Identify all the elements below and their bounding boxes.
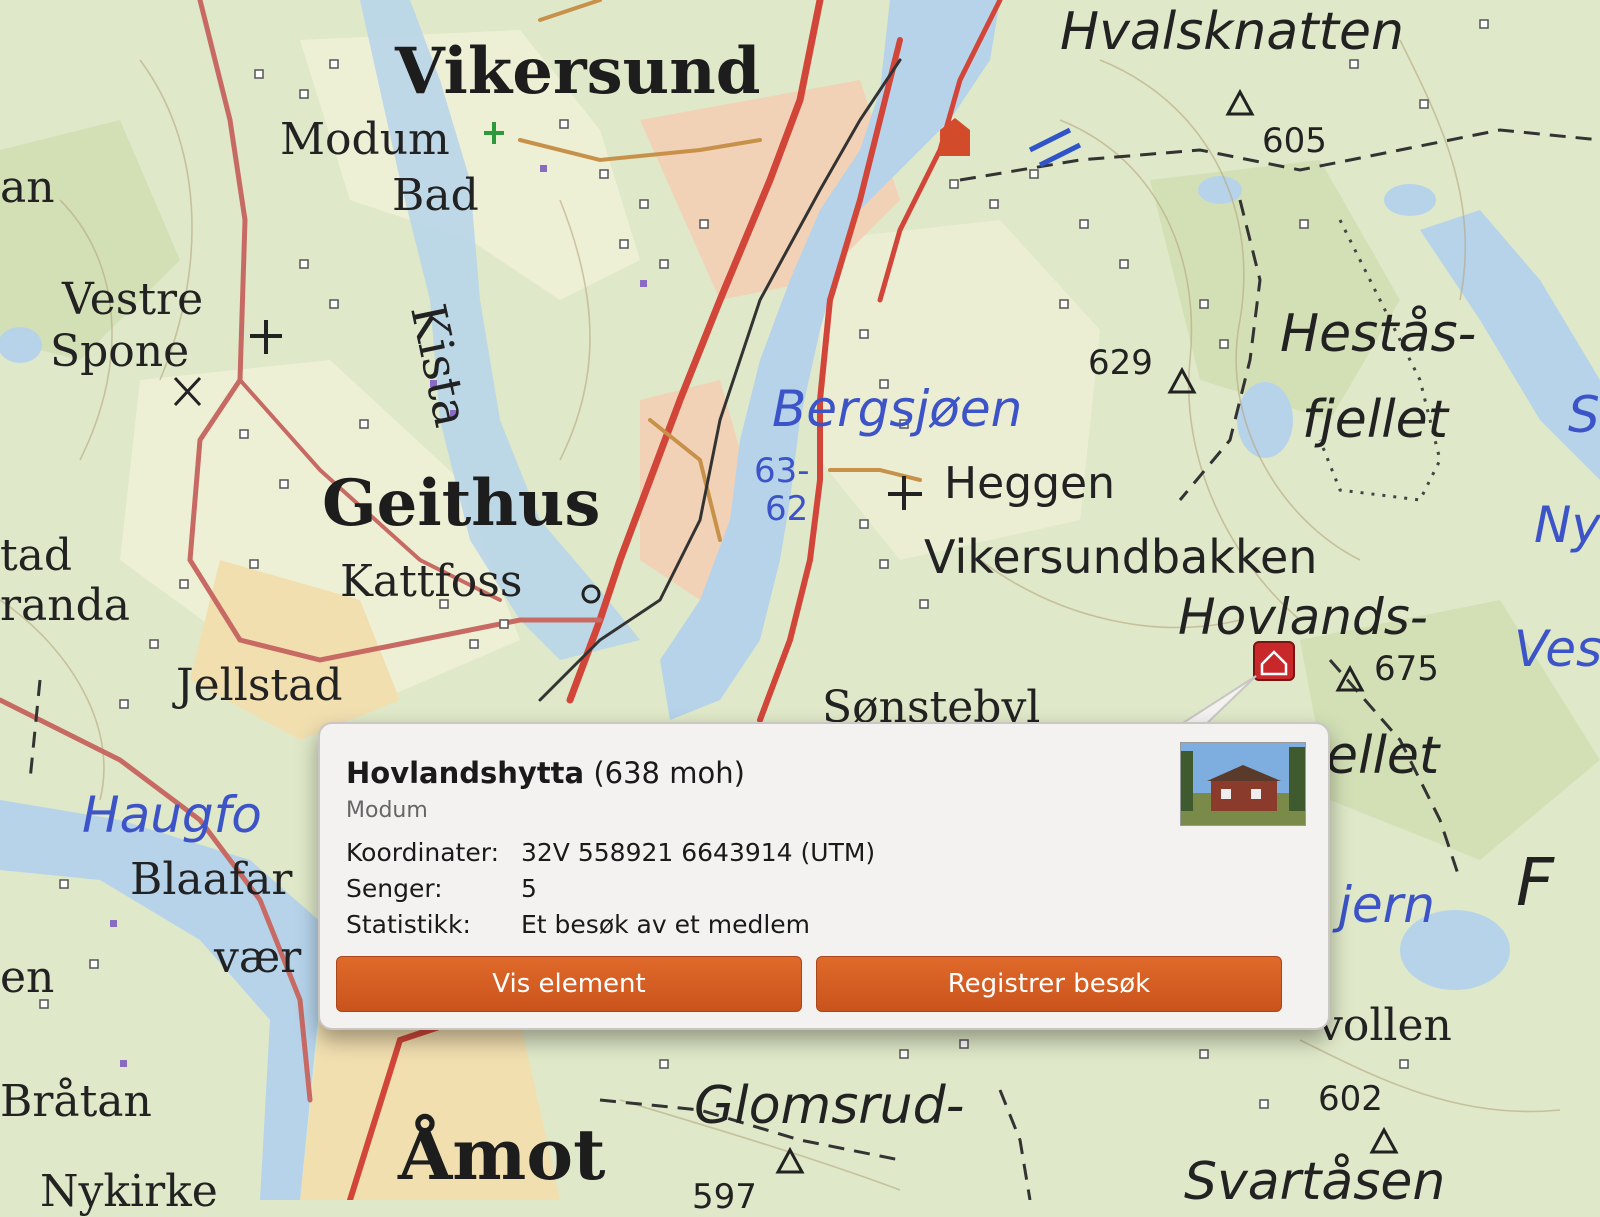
map-label-hestas-line1: Hestås- — [1280, 304, 1477, 364]
map-label-height-602: 602 — [1318, 1079, 1383, 1119]
map-label-vikersundbakken: Vikersundbakken — [924, 530, 1318, 584]
map-label-lake-height-1: 63- — [754, 451, 810, 491]
map-label-ny: Ny — [1534, 496, 1600, 554]
map-label-randa: randa — [0, 580, 131, 631]
map-label-haugfo: Haugfo — [82, 786, 262, 844]
map-label-height-675: 675 — [1374, 649, 1439, 689]
map-label-heggen: Heggen — [944, 458, 1115, 509]
map-label-vestre-spone-line2: Spone — [50, 326, 190, 377]
statistics-label: Statistikk: — [346, 910, 471, 939]
map-label-vaer: vær — [214, 932, 302, 983]
map-label-svartasen: Svartåsen — [1184, 1152, 1446, 1212]
beds-row: Senger: 5 — [346, 874, 537, 903]
popup-header: Hovlandshytta (638 moh) — [346, 756, 745, 790]
statistics-value: Et besøk av et medlem — [521, 910, 811, 939]
map-label-amot: Åmot — [398, 1113, 606, 1196]
map-label-fjellet-right: ellet — [1326, 726, 1440, 786]
map-label-en: en — [0, 952, 55, 1003]
coordinates-row: Koordinater: 32V 558921 6643914 (UTM) — [346, 838, 875, 867]
cabin-elevation: (638 moh) — [593, 756, 745, 790]
map-label-vestre-spone-line1: Vestre — [62, 274, 204, 325]
map-label-kattfoss: Kattfoss — [340, 556, 523, 607]
map-label-s: S — [1568, 386, 1600, 444]
map-label-height-629: 629 — [1088, 343, 1153, 383]
map-label-modum-bad-line1: Modum — [280, 114, 450, 165]
map-label-nykirke: Nykirke — [40, 1166, 218, 1217]
map-label-tjern: jern — [1338, 876, 1435, 934]
map-label-an: an — [0, 162, 55, 213]
map-label-lake-height-2: 62 — [765, 489, 809, 529]
cabin-photo-thumbnail[interactable] — [1180, 742, 1306, 826]
map-label-vollen: vollen — [1318, 1000, 1452, 1051]
map-label-ves: Ves — [1514, 620, 1600, 678]
coordinates-value: 32V 558921 6643914 (UTM) — [521, 838, 876, 867]
map-label-glomsrud: Glomsrud- — [694, 1076, 965, 1136]
map-label-blaafar: Blaafar — [130, 854, 293, 905]
map-label-hovlands: Hovlands- — [1178, 588, 1428, 646]
map-label-bergsjoen: Bergsjøen — [772, 380, 1023, 438]
map-label-jellstad: Jellstad — [176, 660, 343, 711]
map-label-height-597: 597 — [692, 1177, 757, 1217]
statistics-row: Statistikk: Et besøk av et medlem — [346, 910, 810, 939]
cabin-name: Hovlandshytta — [346, 756, 585, 790]
beds-label: Senger: — [346, 874, 443, 903]
map-label-height-605: 605 — [1262, 121, 1327, 161]
map-label-tad: tad — [0, 530, 73, 581]
map-label-vikersund: Vikersund — [395, 34, 761, 109]
cabin-info-popup: Hovlandshytta (638 moh) Modum Koordinate… — [318, 722, 1330, 1030]
map-label-bratan: Bråtan — [0, 1076, 152, 1127]
cabin-municipality: Modum — [346, 798, 428, 823]
map-label-F: F — [1516, 844, 1554, 921]
map-label-modum-bad-line2: Bad — [392, 170, 479, 221]
map-label-hvalsknatten: Hvalsknatten — [1060, 2, 1404, 62]
coordinates-label: Koordinater: — [346, 838, 500, 867]
register-visit-button[interactable]: Registrer besøk — [816, 956, 1282, 1012]
map-label-geithus: Geithus — [322, 466, 601, 541]
map-label-hestas-line2: fjellet — [1302, 390, 1449, 450]
beds-value: 5 — [521, 874, 537, 903]
view-element-button[interactable]: Vis element — [336, 956, 802, 1012]
